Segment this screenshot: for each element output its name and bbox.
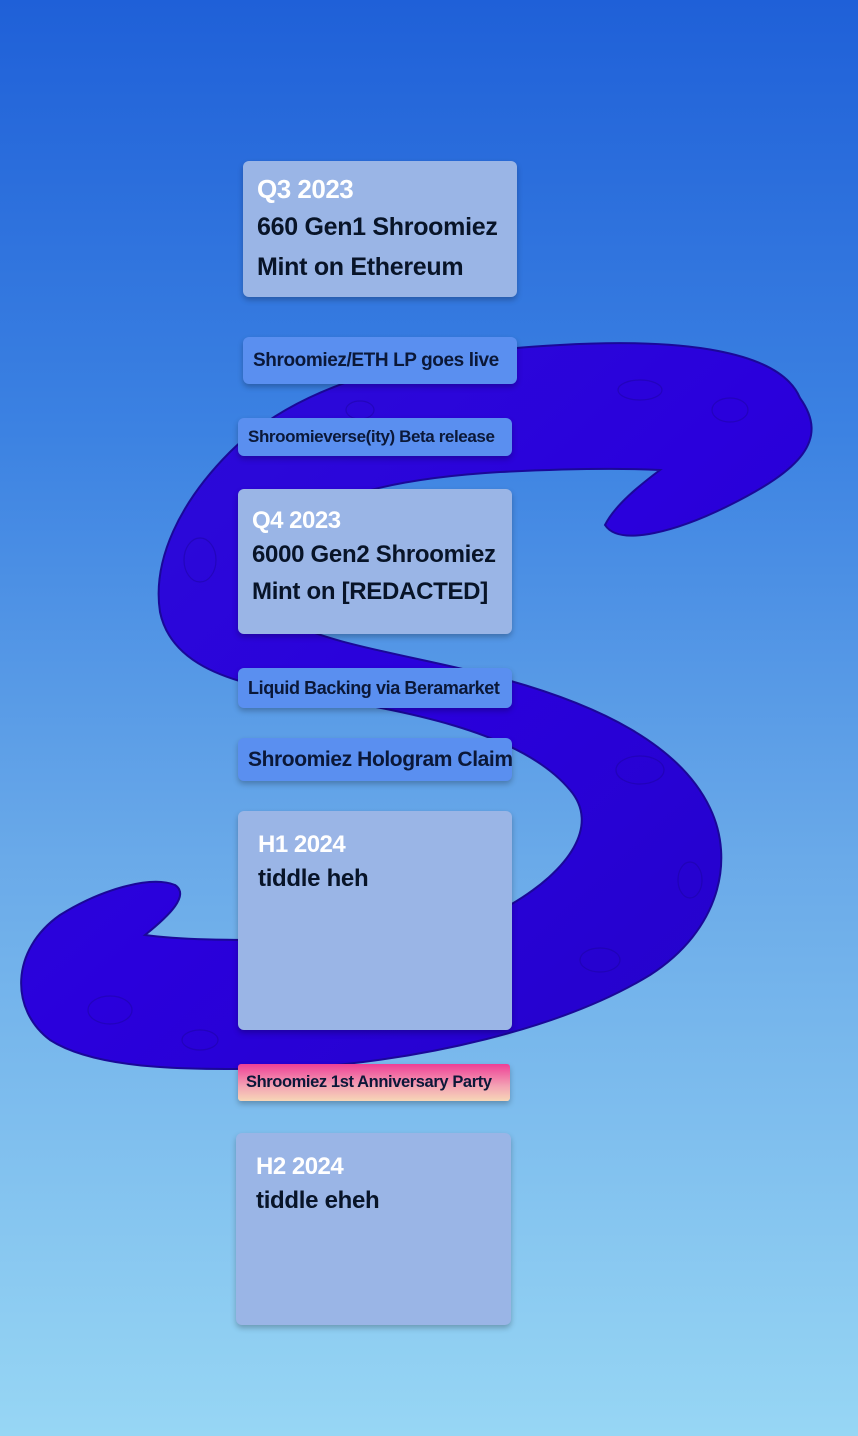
roadmap-section: Q3 2023 660 Gen1 Shroomiez Mint on Ether…	[0, 0, 858, 1436]
period-label: H1 2024	[258, 831, 346, 858]
milestone-text: 660 Gen1 Shroomiez	[257, 212, 498, 241]
milestone-label: Shroomiez 1st Anniversary Party	[246, 1073, 492, 1091]
milestone-hologram-claim: Shroomiez Hologram Claim	[238, 738, 513, 781]
roadmap-card-q3-2023: Q3 2023 660 Gen1 Shroomiez Mint on Ether…	[243, 161, 517, 297]
milestone-text: Mint on Ethereum	[257, 252, 464, 281]
period-label: H2 2024	[256, 1153, 344, 1180]
period-label: Q4 2023	[252, 507, 341, 534]
milestone-anniversary: Shroomiez 1st Anniversary Party	[238, 1064, 510, 1101]
roadmap-card-q4-2023: Q4 2023 6000 Gen2 Shroomiez Mint on [RED…	[238, 489, 512, 634]
period-label: Q3 2023	[257, 174, 354, 204]
milestone-text: tiddle heh	[258, 865, 369, 893]
milestone-label: Shroomiez Hologram Claim	[248, 747, 513, 771]
roadmap-card-h1-2024: H1 2024 tiddle heh	[238, 811, 512, 1030]
milestone-label: Shroomieverse(ity) Beta release	[248, 427, 495, 446]
milestone-text: Mint on [REDACTED]	[252, 578, 488, 606]
milestone-text: 6000 Gen2 Shroomiez	[252, 541, 496, 569]
milestone-lp-live: Shroomiez/ETH LP goes live	[243, 337, 517, 384]
milestone-label: Liquid Backing via Beramarket	[248, 677, 500, 698]
roadmap-card-h2-2024: H2 2024 tiddle eheh	[236, 1133, 511, 1325]
milestone-text: tiddle eheh	[256, 1187, 380, 1215]
milestone-beta-release: Shroomieverse(ity) Beta release	[238, 418, 512, 456]
milestone-label: Shroomiez/ETH LP goes live	[253, 349, 499, 371]
milestone-liquid-backing: Liquid Backing via Beramarket	[238, 668, 512, 708]
